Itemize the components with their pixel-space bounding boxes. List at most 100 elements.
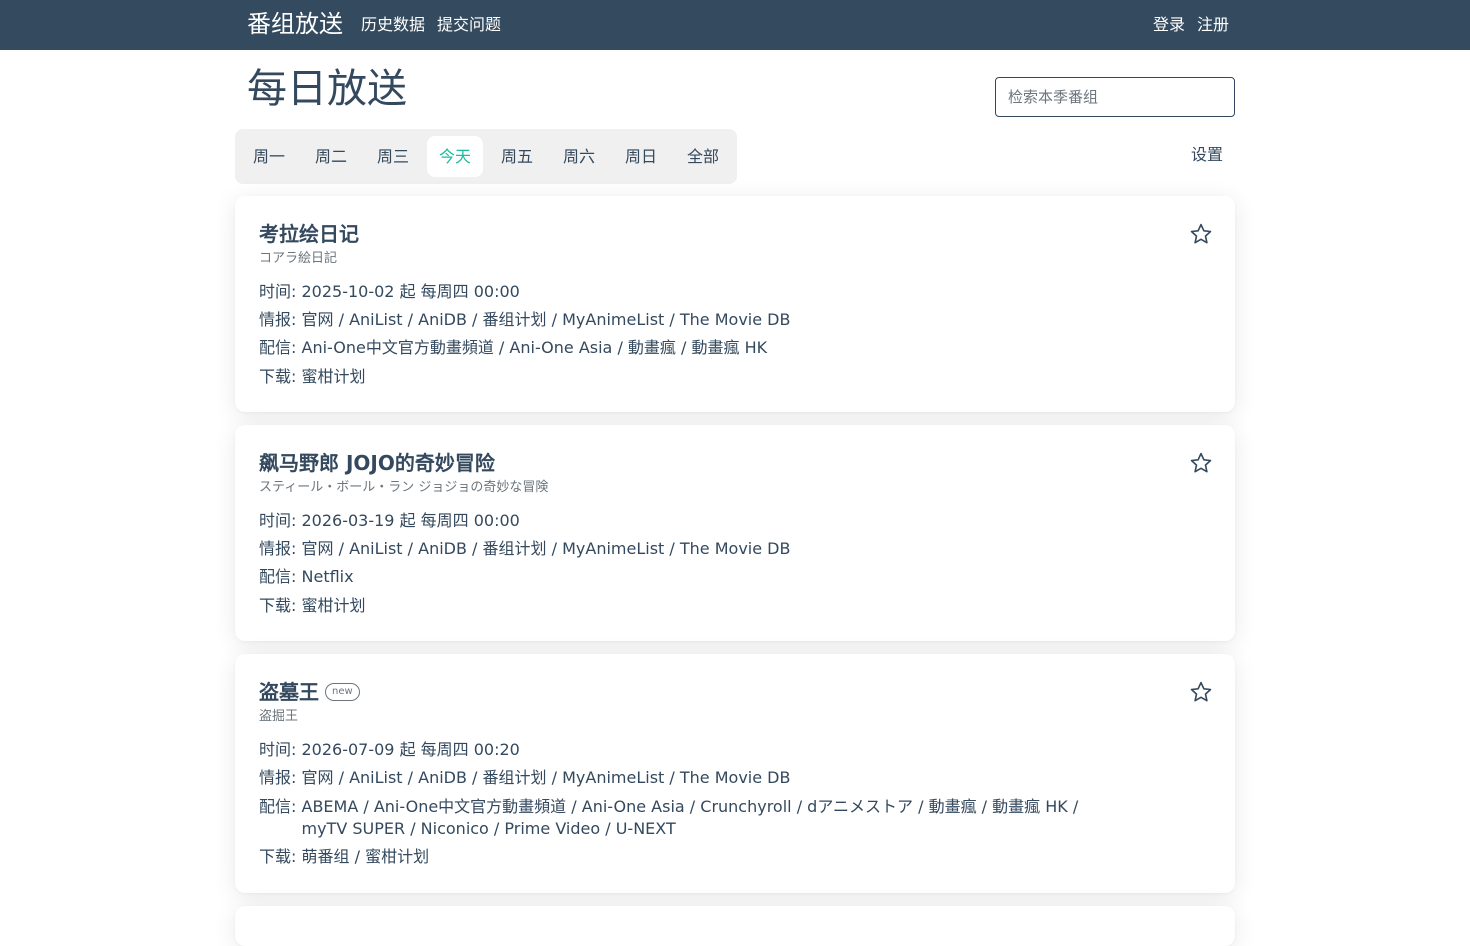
info-link-official[interactable]: 官网: [302, 768, 334, 787]
info-links: 官网 / AniList / AniDB / 番组计划 / MyAnimeLis…: [302, 309, 791, 331]
separator: /: [466, 539, 483, 558]
separator: /: [349, 847, 366, 866]
stream-link[interactable]: U-NEXT: [616, 819, 676, 838]
tab-wednesday[interactable]: 周三: [369, 136, 417, 177]
separator: /: [664, 310, 680, 329]
stream-link[interactable]: Crunchyroll: [700, 797, 791, 816]
separator: /: [664, 539, 680, 558]
separator: /: [566, 797, 582, 816]
day-tabs: 周一 周二 周三 今天 周五 周六 周日 全部: [235, 129, 737, 184]
star-icon[interactable]: [1189, 680, 1213, 704]
tab-friday[interactable]: 周五: [493, 136, 541, 177]
download-label: 下载:: [259, 367, 297, 386]
info-links: 官网 / AniList / AniDB / 番组计划 / MyAnimeLis…: [302, 538, 791, 560]
info-link-tmdb[interactable]: The Movie DB: [680, 768, 791, 787]
stream-link[interactable]: 動畫瘋: [929, 797, 977, 816]
stream-label: 配信:: [259, 567, 297, 586]
download-link[interactable]: 蜜柑计划: [302, 367, 366, 386]
tab-monday[interactable]: 周一: [245, 136, 293, 177]
stream-links: ABEMA / Ani-One中文官方動畫頻道 / Ani-One Asia /…: [302, 796, 1079, 840]
stream-link[interactable]: dアニメストア: [807, 797, 913, 816]
separator: /: [976, 797, 993, 816]
show-title[interactable]: 考拉绘日记: [259, 220, 359, 248]
info-link-anidb[interactable]: AniDB: [418, 539, 467, 558]
stream-link[interactable]: Ani-One Asia: [509, 338, 612, 357]
brand-logo-link[interactable]: 番组放送: [247, 9, 343, 39]
separator: /: [664, 768, 680, 787]
separator: /: [675, 338, 692, 357]
info-link-myanimelist[interactable]: MyAnimeList: [562, 768, 664, 787]
search-input[interactable]: [995, 77, 1235, 117]
star-icon[interactable]: [1189, 451, 1213, 475]
show-card: 盗墓王 new 盗掘王 时间: 2026-07-09 起 每周四 00:20 情报…: [235, 654, 1235, 893]
download-link[interactable]: 蜜柑计划: [365, 847, 429, 866]
show-original-title: スティール・ボール・ラン ジョジョの奇妙な冒険: [259, 480, 549, 495]
stream-link[interactable]: 動畫瘋 HK: [692, 338, 768, 357]
separator: /: [913, 797, 929, 816]
settings-button[interactable]: 设置: [1191, 144, 1223, 166]
info-row: 情报: 官网 / AniList / AniDB / 番组计划 / MyAnim…: [259, 767, 790, 789]
stream-row: 配信: Netflix: [259, 566, 354, 588]
tab-saturday[interactable]: 周六: [555, 136, 603, 177]
tab-sunday[interactable]: 周日: [617, 136, 665, 177]
new-badge: new: [325, 682, 360, 701]
separator: /: [546, 310, 563, 329]
info-link-bangumi[interactable]: 番组计划: [483, 310, 547, 329]
stream-link[interactable]: Niconico: [421, 819, 489, 838]
star-icon[interactable]: [1189, 222, 1213, 246]
info-link-myanimelist[interactable]: MyAnimeList: [562, 539, 664, 558]
download-link[interactable]: 萌番组: [302, 847, 350, 866]
download-row: 下载: 萌番组 / 蜜柑计划: [259, 846, 429, 868]
info-link-bangumi[interactable]: 番组计划: [483, 539, 547, 558]
stream-link[interactable]: myTV SUPER: [302, 819, 406, 838]
nav-link-history[interactable]: 历史数据: [361, 14, 425, 36]
tab-today[interactable]: 今天: [427, 136, 483, 177]
info-link-tmdb[interactable]: The Movie DB: [680, 539, 791, 558]
info-label: 情报:: [259, 768, 297, 787]
show-original-title: 盗掘王: [259, 709, 299, 724]
info-label: 情报:: [259, 310, 297, 329]
stream-links: Ani-One中文官方動畫頻道 / Ani-One Asia / 動畫瘋 / 動…: [302, 337, 768, 359]
stream-link[interactable]: Ani-One Asia: [582, 797, 685, 816]
info-link-bangumi[interactable]: 番组计划: [483, 768, 547, 787]
info-link-anilist[interactable]: AniList: [349, 539, 403, 558]
tab-tuesday[interactable]: 周二: [307, 136, 355, 177]
stream-link[interactable]: Prime Video: [504, 819, 600, 838]
stream-link[interactable]: ABEMA: [302, 797, 359, 816]
stream-link[interactable]: Ani-One中文官方動畫頻道: [374, 797, 566, 816]
time-label: 时间:: [259, 511, 297, 530]
separator: /: [488, 819, 505, 838]
info-link-anilist[interactable]: AniList: [349, 768, 403, 787]
download-links: 蜜柑计划: [302, 366, 366, 388]
separator: /: [358, 797, 374, 816]
stream-link[interactable]: 動畫瘋: [628, 338, 676, 357]
separator: /: [791, 797, 808, 816]
register-link[interactable]: 注册: [1197, 14, 1229, 36]
download-links: 蜜柑计划: [302, 595, 366, 617]
nav-link-submit-issue[interactable]: 提交问题: [437, 14, 501, 36]
stream-link[interactable]: Netflix: [302, 567, 354, 586]
show-title[interactable]: 飙马野郎 JOJO的奇妙冒险: [259, 449, 495, 477]
login-link[interactable]: 登录: [1153, 14, 1185, 36]
show-title[interactable]: 盗墓王 new: [259, 678, 360, 706]
stream-label: 配信:: [259, 797, 297, 816]
info-link-official[interactable]: 官网: [302, 310, 334, 329]
info-link-tmdb[interactable]: The Movie DB: [680, 310, 791, 329]
info-link-anidb[interactable]: AniDB: [418, 768, 467, 787]
download-row: 下载: 蜜柑计划: [259, 366, 366, 388]
info-label: 情报:: [259, 539, 297, 558]
separator: /: [466, 310, 483, 329]
stream-link[interactable]: Ani-One中文官方動畫頻道: [302, 338, 494, 357]
tab-all[interactable]: 全部: [679, 136, 727, 177]
time-label: 时间:: [259, 740, 297, 759]
download-link[interactable]: 蜜柑计划: [302, 596, 366, 615]
download-links: 萌番组 / 蜜柑计划: [302, 846, 430, 868]
info-link-anidb[interactable]: AniDB: [418, 310, 467, 329]
info-link-official[interactable]: 官网: [302, 539, 334, 558]
info-link-anilist[interactable]: AniList: [349, 310, 403, 329]
stream-link[interactable]: 動畫瘋 HK /: [992, 797, 1078, 816]
separator: /: [600, 819, 616, 838]
show-original-title: コアラ絵日記: [259, 251, 338, 266]
info-link-myanimelist[interactable]: MyAnimeList: [562, 310, 664, 329]
time-label: 时间:: [259, 282, 297, 301]
